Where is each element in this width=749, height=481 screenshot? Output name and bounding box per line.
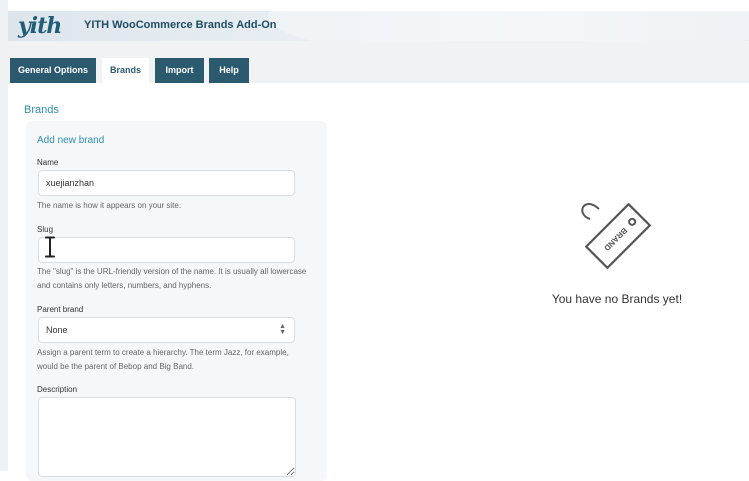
slug-label: Slug [37, 225, 54, 234]
tab-general-options[interactable]: General Options [10, 58, 96, 83]
slug-help-text: The "slug" is the URL-friendly version o… [37, 267, 307, 290]
tab-brands[interactable]: Brands [102, 58, 149, 83]
empty-state-message: You have no Brands yet! [551, 292, 683, 306]
empty-state: BRAND You have no Brands yet! [540, 198, 694, 318]
tabs-bar: General Options Brands Import Help [8, 41, 749, 83]
description-label: Description [37, 385, 78, 394]
text-cursor-icon [45, 236, 55, 258]
name-label: Name [37, 158, 59, 167]
plugin-header: yith YITH WooCommerce Brands Add-On [8, 11, 749, 41]
section-title: Brands [24, 104, 59, 116]
form-title: Add new brand [37, 135, 105, 146]
description-textarea[interactable] [38, 397, 296, 477]
header-decoration [268, 11, 749, 41]
select-arrows-icon: ▲ ▼ [279, 323, 286, 336]
name-input[interactable] [38, 170, 295, 196]
tab-help[interactable]: Help [209, 58, 249, 83]
yith-logo: yith [18, 13, 62, 39]
parent-brand-selected: None [46, 325, 68, 335]
tab-import[interactable]: Import [155, 58, 204, 83]
parent-brand-select[interactable]: None ▲ ▼ [38, 317, 295, 343]
slug-input[interactable] [38, 237, 295, 263]
add-brand-form: Add new brand Name The name is how it ap… [26, 121, 327, 481]
left-sidebar-edge [0, 0, 8, 471]
name-help-text: The name is how it appears on your site. [37, 201, 182, 210]
plugin-title: YITH WooCommerce Brands Add-On [84, 19, 277, 31]
brand-tag-icon: BRAND [581, 202, 651, 269]
parent-help-text: Assign a parent term to create a hierarc… [37, 348, 289, 371]
parent-brand-label: Parent brand [37, 305, 84, 314]
